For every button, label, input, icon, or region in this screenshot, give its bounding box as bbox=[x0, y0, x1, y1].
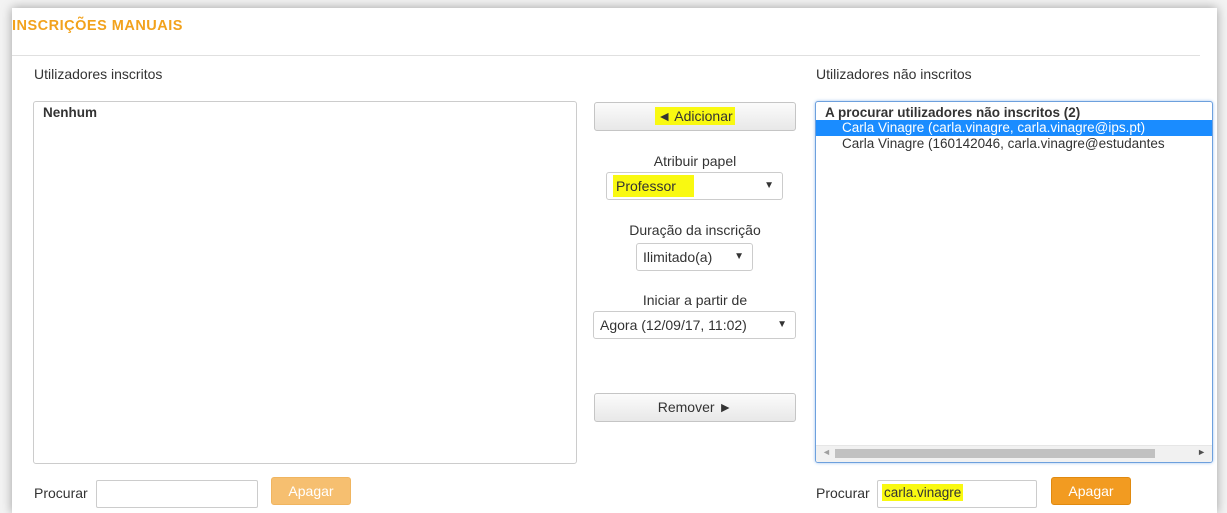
add-button[interactable]: ◄ Adicionar bbox=[594, 102, 796, 131]
user-option[interactable]: Carla Vinagre (160142046, carla.vinagre@… bbox=[816, 136, 1212, 152]
assign-role-label: Atribuir papel bbox=[653, 153, 737, 169]
start-from-label: Iniciar a partir de bbox=[642, 292, 748, 308]
role-select-value: Professor bbox=[613, 175, 694, 197]
duration-select[interactable]: Ilimitado(a) ▼ bbox=[636, 243, 753, 271]
enrolment-duration-label: Duração da inscrição bbox=[629, 222, 761, 238]
horizontal-scrollbar[interactable]: ◄ ► bbox=[816, 445, 1212, 462]
not-enrolled-users-list[interactable]: A procurar utilizadores não inscritos (2… bbox=[815, 101, 1213, 463]
page-title: INSCRIÇÕES MANUAIS bbox=[12, 18, 183, 34]
enrolled-users-list[interactable]: Nenhum bbox=[33, 101, 577, 464]
enrolled-search-input[interactable] bbox=[96, 480, 258, 508]
enrolled-list-heading: Nenhum bbox=[43, 105, 97, 120]
not-enrolled-search-input[interactable]: carla.vinagre bbox=[877, 480, 1037, 508]
remove-button[interactable]: Remover ► bbox=[594, 393, 796, 422]
title-divider bbox=[12, 55, 1200, 56]
role-select[interactable]: Professor ▼ bbox=[606, 172, 783, 200]
enrolled-clear-button[interactable]: Apagar bbox=[271, 477, 351, 505]
user-option-selected[interactable]: Carla Vinagre (carla.vinagre, carla.vina… bbox=[816, 120, 1212, 136]
chevron-down-icon: ▼ bbox=[764, 180, 774, 191]
not-enrolled-search-label: Procurar bbox=[816, 485, 870, 501]
start-select-value: Agora (12/09/17, 11:02) bbox=[600, 317, 747, 333]
chevron-down-icon: ▼ bbox=[777, 319, 787, 330]
not-enrolled-clear-button[interactable]: Apagar bbox=[1051, 477, 1131, 505]
not-enrolled-users-label: Utilizadores não inscritos bbox=[816, 66, 972, 82]
not-enrolled-list-heading: A procurar utilizadores não inscritos (2… bbox=[825, 105, 1081, 120]
enrolled-search-label: Procurar bbox=[34, 485, 88, 501]
duration-select-value: Ilimitado(a) bbox=[643, 249, 713, 265]
start-select[interactable]: Agora (12/09/17, 11:02) ▼ bbox=[593, 311, 796, 339]
scrollbar-thumb[interactable] bbox=[835, 449, 1155, 458]
chevron-down-icon: ▼ bbox=[734, 251, 744, 262]
add-button-label: ◄ Adicionar bbox=[655, 107, 735, 125]
scroll-left-icon[interactable]: ◄ bbox=[822, 447, 831, 457]
enrolled-users-label: Utilizadores inscritos bbox=[34, 66, 163, 82]
not-enrolled-search-value: carla.vinagre bbox=[882, 484, 964, 501]
scroll-right-icon[interactable]: ► bbox=[1197, 447, 1206, 457]
